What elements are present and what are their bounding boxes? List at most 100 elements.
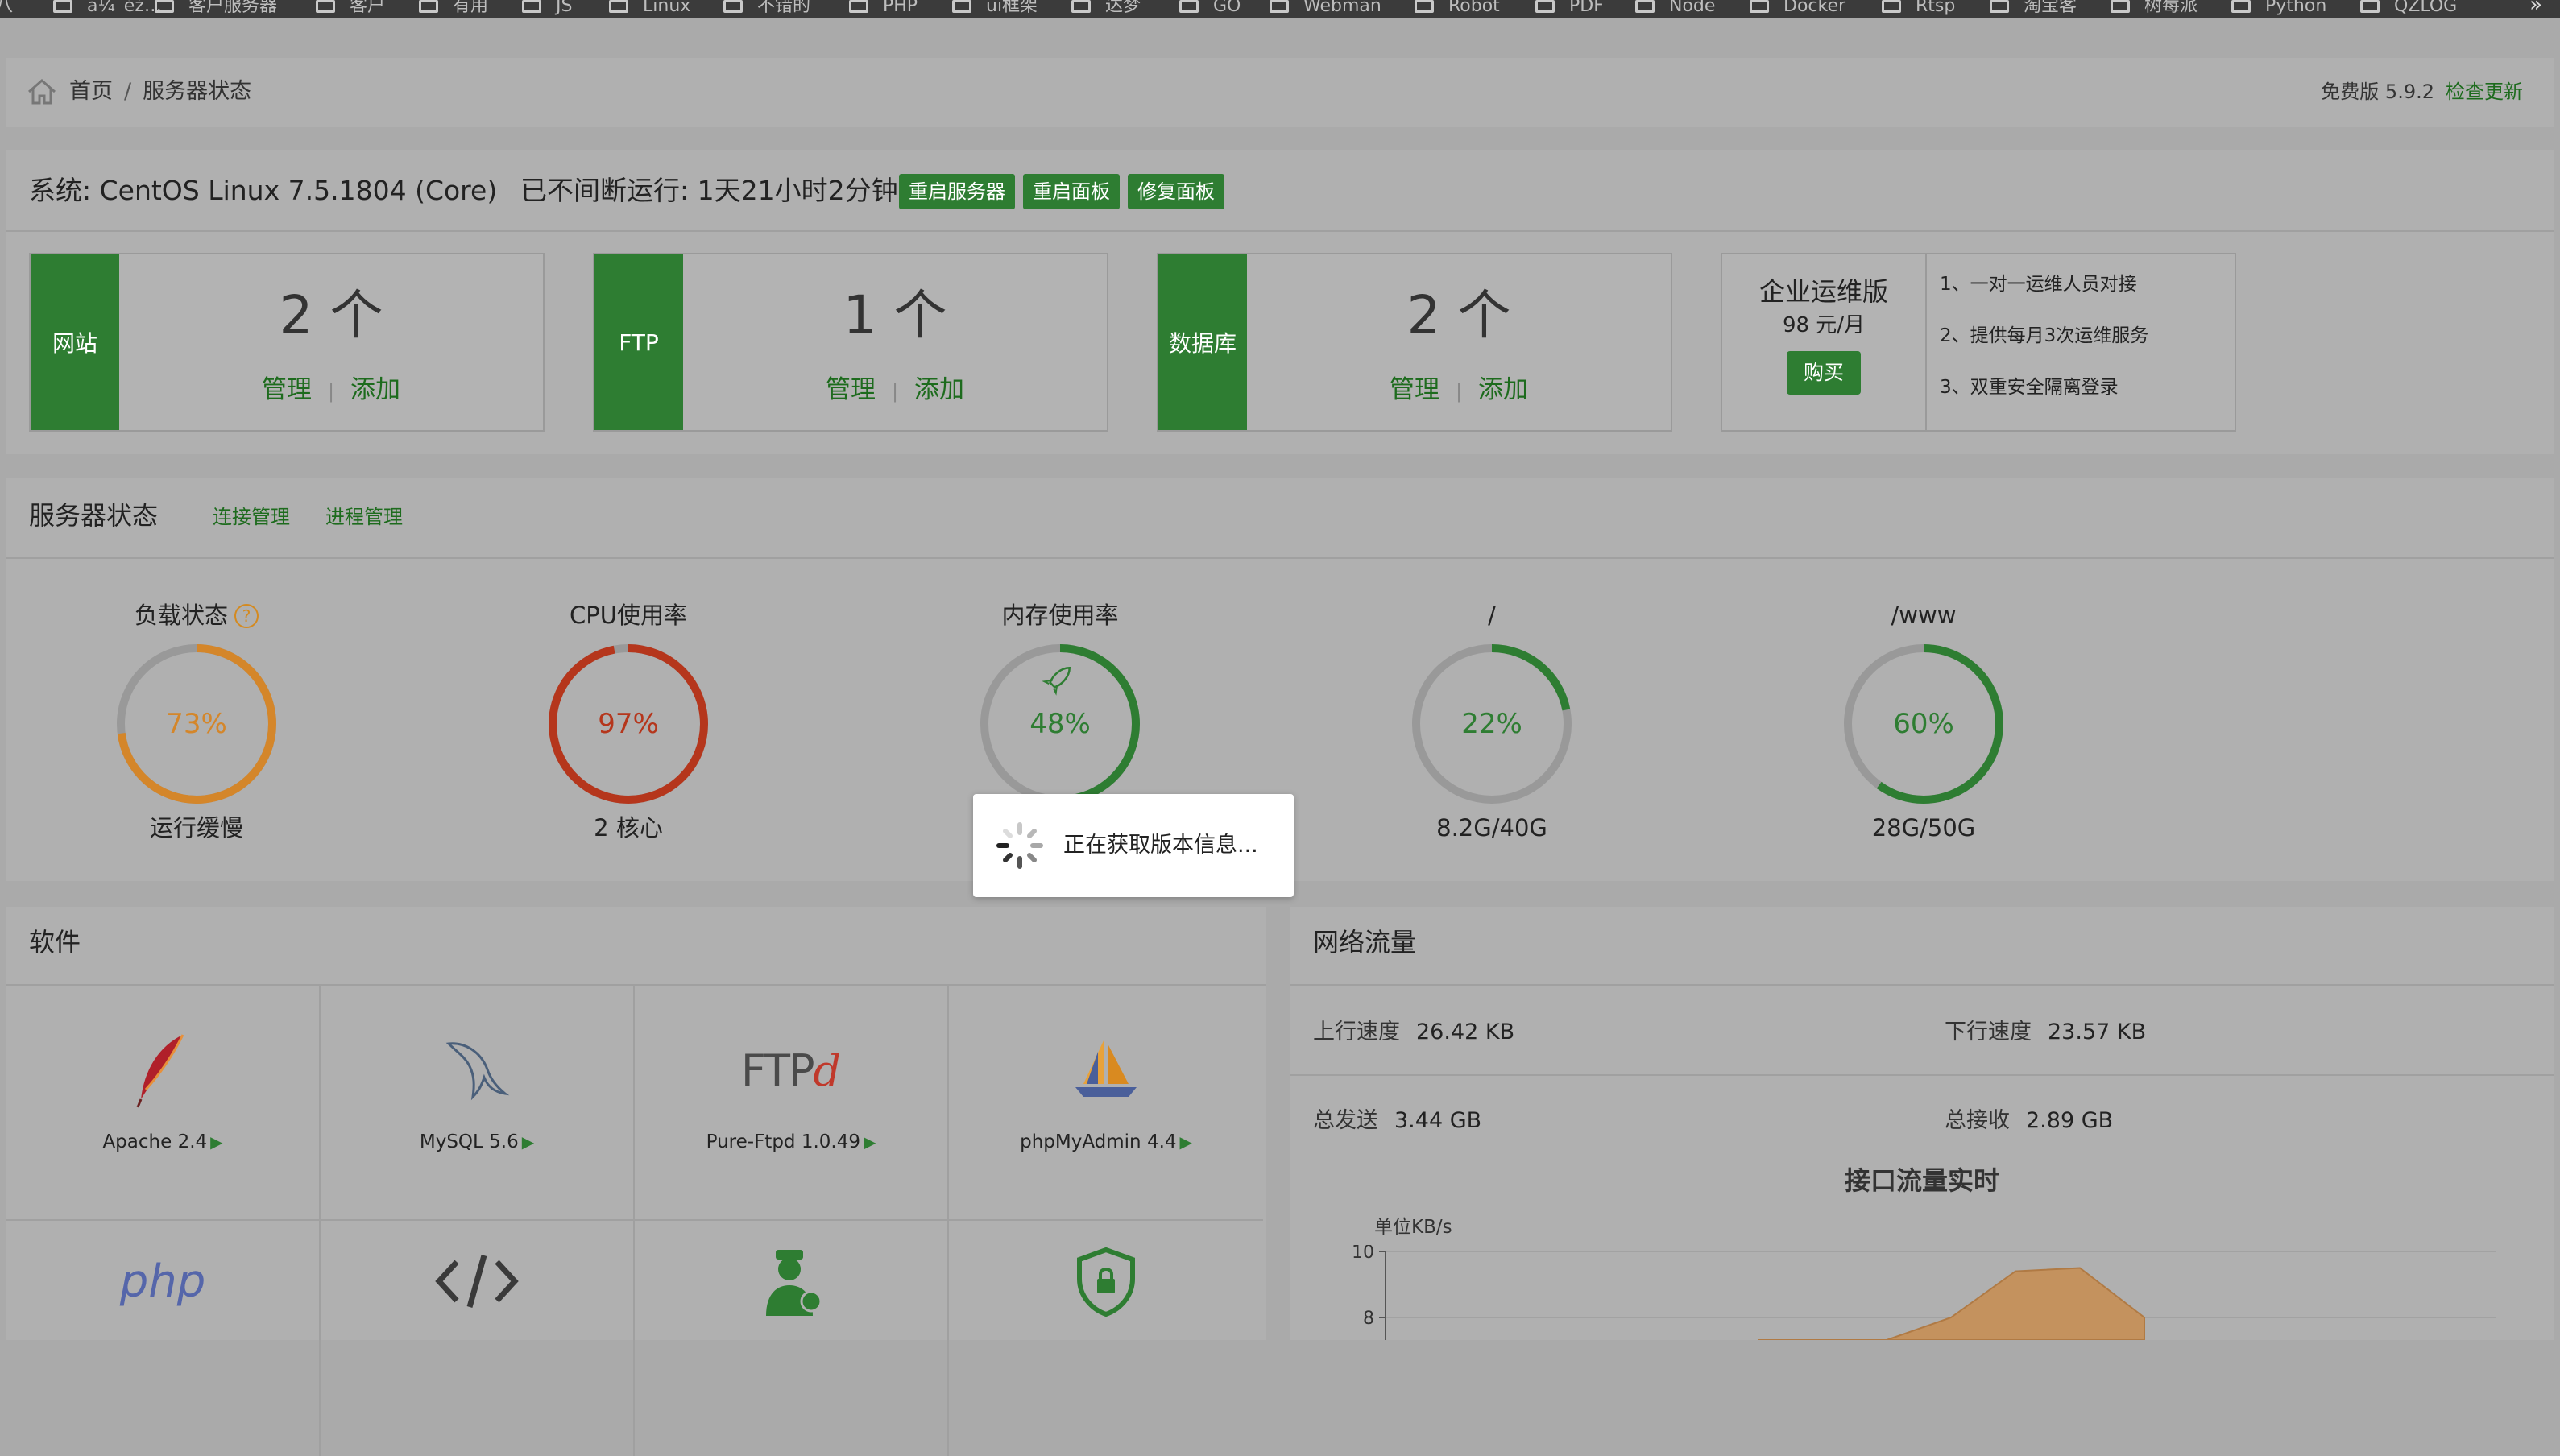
total-sent-label: 总发送 [1313, 1108, 1378, 1133]
software-label: MySQL 5.6 [419, 1131, 519, 1152]
download-speed-label: 下行速度 [1945, 1020, 2032, 1044]
gauge-title: / [1488, 602, 1496, 629]
bookmark-item[interactable]: Python [2231, 0, 2326, 15]
www-disk-gauge[interactable]: /www 60% 28G/50G [1819, 599, 2028, 844]
bookmark-item[interactable]: Robot [1415, 0, 1500, 15]
load-gauge[interactable]: 负载状态? 73% 运行缓慢 [92, 599, 301, 844]
rocket-icon[interactable] [1042, 662, 1075, 696]
software-item-mysql[interactable]: MySQL 5.6 ▶ [321, 986, 635, 1221]
divider [1290, 1074, 2554, 1076]
root-disk-gauge[interactable]: / 22% 8.2G/40G [1387, 599, 1597, 844]
card-tag: FTP [594, 254, 683, 430]
total-received: 总接收 2.89 GB [1945, 1105, 2113, 1137]
y-tick-label: 8 [1363, 1309, 1374, 1329]
folder-icon [849, 0, 868, 13]
memory-gauge[interactable]: 内存使用率 48% [955, 599, 1165, 812]
help-icon[interactable]: ? [234, 604, 259, 628]
bookmark-item[interactable]: Rtsp [1882, 0, 1955, 15]
bookmark-item[interactable]: Webman [1270, 0, 1381, 15]
folder-icon [2111, 0, 2130, 13]
software-item-pureftpd[interactable]: FTP d Pure-Ftpd 1.0.49 ▶ [635, 986, 949, 1221]
repair-panel-button[interactable]: 修复面板 [1128, 174, 1224, 209]
add-link[interactable]: 添加 [350, 375, 400, 404]
bookmark-item[interactable]: 达梦 [1071, 0, 1141, 15]
section-title: 网络流量 [1313, 927, 1417, 958]
cpu-gauge[interactable]: CPU使用率 97% 2 核心 [524, 599, 733, 844]
play-icon[interactable]: ▶ [210, 1132, 222, 1152]
bookmark-item[interactable]: 八 [0, 0, 13, 15]
add-link[interactable]: 添加 [914, 375, 964, 404]
breadcrumb-panel: 首页 / 服务器状态 免费版 5.9.2 检查更新 [6, 58, 2554, 127]
gauge-subtext: 2 核心 [594, 814, 663, 842]
bookmark-item[interactable]: Docker [1750, 0, 1845, 15]
enterprise-price: 98 元/月 [1782, 313, 1866, 337]
bookmark-item[interactable]: ä¼˜éž… [53, 0, 162, 15]
bookmark-item[interactable]: PDF [1535, 0, 1604, 15]
folder-icon [1179, 0, 1199, 13]
folder-icon [609, 0, 628, 13]
check-update-link[interactable]: 检查更新 [2446, 76, 2523, 108]
ftpd-logo-icon: FTP d [740, 1044, 842, 1096]
bookmark-item[interactable]: 有用 [419, 0, 488, 15]
software-grid: Apache 2.4 ▶ MySQL 5.6 ▶ FTP d Pure-Ftpd 1.… [6, 986, 1266, 1456]
bookmark-item[interactable]: Node [1635, 0, 1715, 15]
folder-icon [522, 0, 541, 13]
manage-link[interactable]: 管理 [262, 375, 312, 404]
divider [6, 557, 2554, 559]
play-icon[interactable]: ▶ [522, 1132, 534, 1152]
bookmark-item[interactable]: 客户服务器 [155, 0, 277, 15]
breadcrumb: 首页 / 服务器状态 [69, 76, 251, 108]
gauge-subtext: 运行缓慢 [149, 814, 243, 842]
total-received-label: 总接收 [1945, 1108, 2010, 1133]
shield-lock-icon [1077, 1247, 1135, 1317]
software-item-phpmyadmin[interactable]: phpMyAdmin 4.4 ▶ [949, 986, 1263, 1221]
software-item-code[interactable] [321, 1221, 635, 1456]
play-icon[interactable]: ▶ [1180, 1132, 1192, 1152]
divider: | [327, 380, 335, 403]
software-item-php[interactable]: php [6, 1221, 321, 1456]
manage-link[interactable]: 管理 [1390, 375, 1439, 404]
uptime-text: 已不间断运行: 1天21小时2分钟 [520, 175, 898, 206]
gauge-value: 48% [1029, 708, 1091, 740]
bookmark-item[interactable]: PHP [849, 0, 918, 15]
process-manage-link[interactable]: 进程管理 [325, 501, 403, 533]
folder-icon [419, 0, 438, 13]
home-icon[interactable] [26, 76, 58, 108]
bookmark-item[interactable]: 树莓派 [2111, 0, 2198, 15]
play-icon[interactable]: ▶ [864, 1132, 876, 1152]
feature-item: 1、一对一运维人员对接 [1940, 274, 2137, 295]
loading-toast: 正在获取版本信息... [973, 794, 1294, 897]
bookmark-item[interactable]: 客户 [316, 0, 385, 15]
bookmark-item[interactable]: 淘宝客 [1990, 0, 2077, 15]
card-tag: 网站 [31, 254, 119, 430]
bookmarks-more-button[interactable]: » [2529, 0, 2542, 15]
software-item-worker[interactable] [635, 1221, 949, 1456]
feature-item: 3、双重安全隔离登录 [1940, 377, 2119, 398]
restart-panel-button[interactable]: 重启面板 [1023, 174, 1120, 209]
manage-link[interactable]: 管理 [826, 375, 876, 404]
breadcrumb-home-link[interactable]: 首页 [69, 79, 113, 104]
total-sent: 总发送 3.44 GB [1313, 1105, 1481, 1137]
ftp-card: FTP 1 个 管理 | 添加 [593, 253, 1108, 432]
bookmark-item[interactable]: GO [1179, 0, 1241, 15]
software-label: phpMyAdmin 4.4 [1020, 1131, 1177, 1152]
upload-speed-value: 26.42 KB [1416, 1020, 1515, 1044]
gauge-ring: 73% [117, 644, 276, 804]
folder-icon [2231, 0, 2251, 13]
software-item-security[interactable] [949, 1221, 1263, 1456]
bookmark-item[interactable]: ui框架 [952, 0, 1038, 15]
upload-speed: 上行速度 26.42 KB [1313, 1016, 1514, 1049]
bookmark-item[interactable]: Linux [609, 0, 690, 15]
restart-server-button[interactable]: 重启服务器 [899, 174, 1015, 209]
phpmyadmin-sailboat-icon [1075, 1039, 1137, 1097]
download-speed: 下行速度 23.57 KB [1945, 1016, 2146, 1049]
bookmark-item[interactable]: 不错的 [723, 0, 810, 15]
bookmark-item[interactable]: JS [522, 0, 572, 15]
gauge-ring: 48% [980, 644, 1140, 804]
buy-button[interactable]: 购买 [1787, 351, 1861, 395]
software-item-apache[interactable]: Apache 2.4 ▶ [6, 986, 321, 1221]
feature-item: 2、提供每月3次运维服务 [1940, 325, 2149, 346]
bookmark-item[interactable]: QZLOG [2360, 0, 2457, 15]
add-link[interactable]: 添加 [1478, 375, 1528, 404]
connection-manage-link[interactable]: 连接管理 [213, 501, 290, 533]
